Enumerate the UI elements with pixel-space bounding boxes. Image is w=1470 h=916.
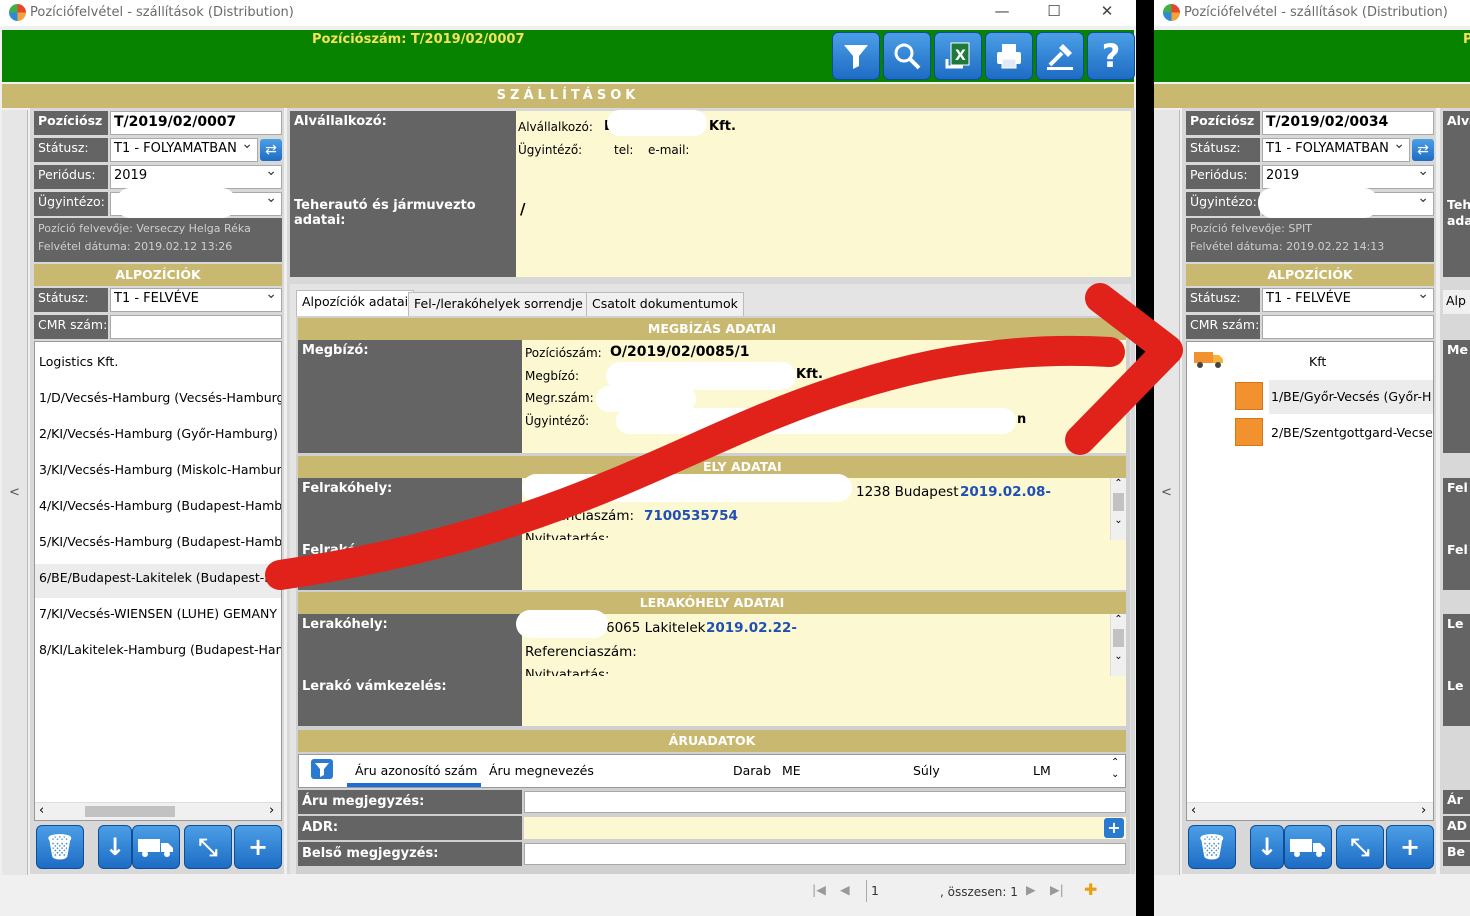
annotation-arrow xyxy=(265,283,1183,590)
